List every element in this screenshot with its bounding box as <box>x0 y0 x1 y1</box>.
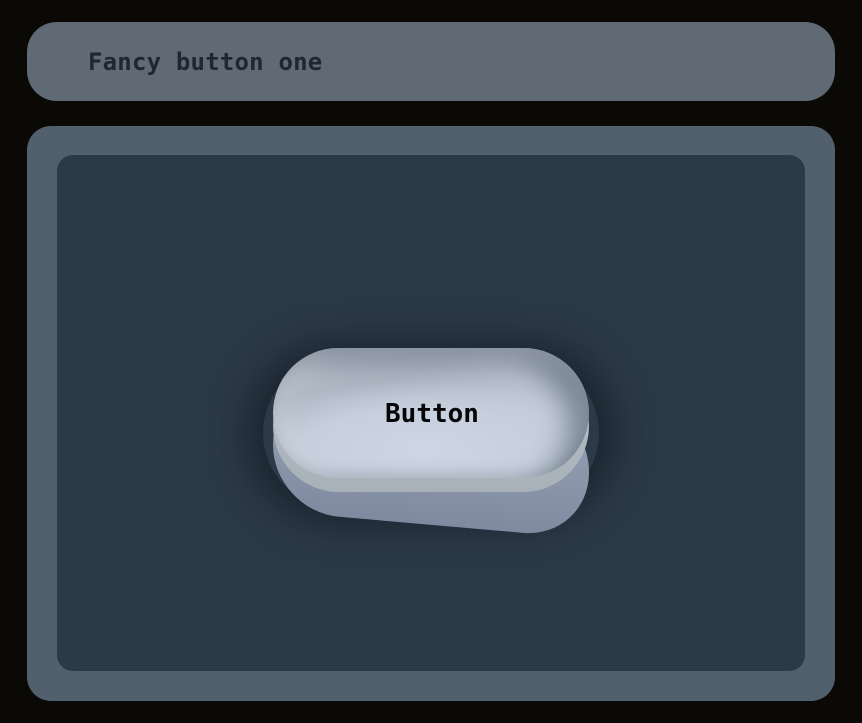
button-face[interactable]: Button <box>273 348 589 478</box>
demo-panel: Button <box>27 126 835 701</box>
button-label: Button <box>385 399 479 429</box>
demo-stage: Button <box>57 155 805 671</box>
fancy-button[interactable]: Button <box>273 348 589 539</box>
header-bar: Fancy button one <box>27 22 835 101</box>
page-title: Fancy button one <box>88 47 323 76</box>
